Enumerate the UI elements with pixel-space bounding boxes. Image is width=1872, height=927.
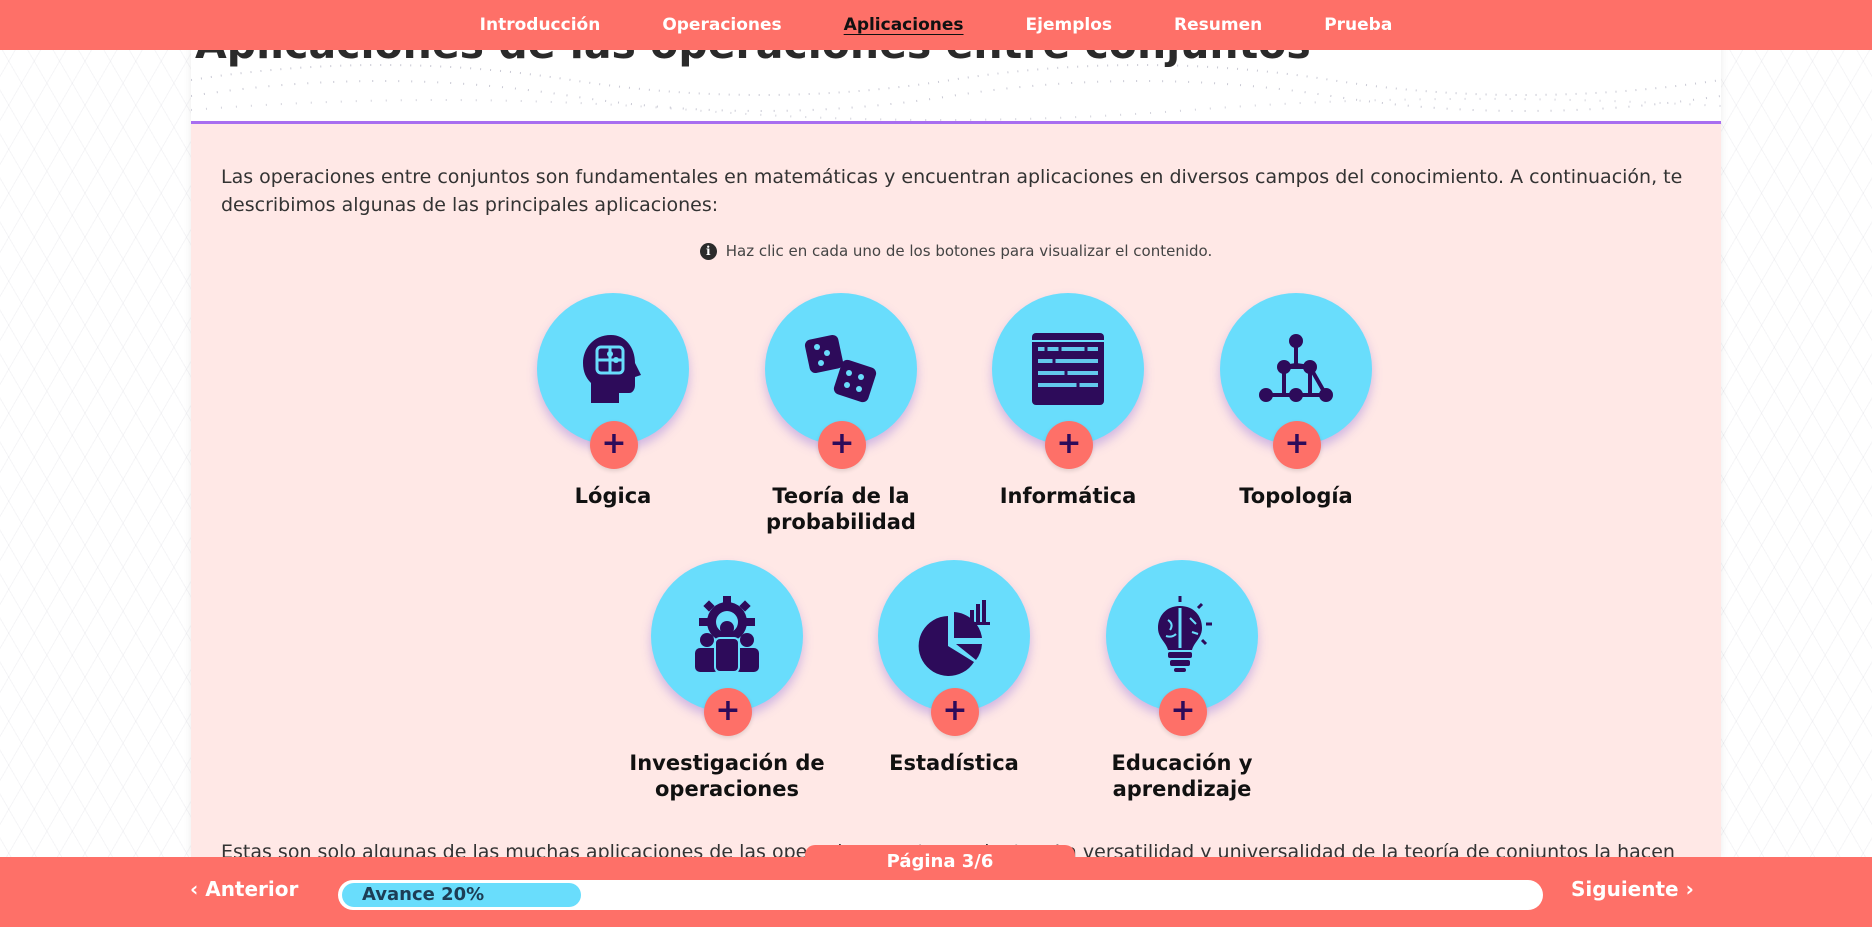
card-label: Topología	[1239, 484, 1353, 508]
page-indicator: Página 3/6	[805, 845, 1075, 879]
intro-paragraph: Las operaciones entre conjuntos son fund…	[221, 166, 1683, 216]
card-label: Investigación de operaciones	[629, 751, 825, 801]
card-label: Teoría de la probabilidad	[766, 484, 916, 534]
chevron-right-icon: ›	[1685, 877, 1694, 901]
expand-plus-button[interactable]: +	[1159, 688, 1207, 736]
nav-tab-aplicaciones[interactable]: Aplicaciones	[813, 15, 995, 35]
instruction-hint: i Haz clic en cada uno de los botones pa…	[191, 242, 1721, 260]
nav-tab-prueba[interactable]: Prueba	[1293, 15, 1423, 35]
next-button[interactable]: Siguiente ›	[1571, 877, 1694, 901]
card-label: Informática	[999, 484, 1137, 508]
card-label: Estadística	[889, 751, 1019, 775]
nav-tab-resumen[interactable]: Resumen	[1143, 15, 1293, 35]
expand-plus-button[interactable]: +	[590, 421, 638, 469]
expand-plus-button[interactable]: +	[1273, 421, 1321, 469]
next-label: Siguiente	[1571, 877, 1679, 901]
content-panel: Aplicaciones de las operaciones entre co…	[191, 0, 1721, 863]
info-icon: i	[699, 242, 717, 260]
expand-plus-button[interactable]: +	[704, 688, 752, 736]
progress-bar: Avance 20%	[338, 880, 1543, 910]
expand-plus-button[interactable]: +	[1045, 421, 1093, 469]
expand-plus-button[interactable]: +	[931, 688, 979, 736]
previous-label: Anterior	[205, 877, 299, 901]
card-label: Lógica	[574, 484, 652, 508]
hint-text: Haz clic en cada uno de los botones para…	[725, 242, 1213, 260]
nav-tab-introduccion[interactable]: Introducción	[449, 15, 632, 35]
main-content: Las operaciones entre conjuntos son fund…	[191, 124, 1721, 863]
chevron-left-icon: ‹	[190, 877, 199, 901]
top-navigation: Introducción Operaciones Aplicaciones Ej…	[0, 0, 1872, 50]
previous-button[interactable]: ‹ Anterior	[190, 877, 298, 901]
nav-tab-ejemplos[interactable]: Ejemplos	[995, 15, 1143, 35]
expand-plus-button[interactable]: +	[818, 421, 866, 469]
nav-tab-operaciones[interactable]: Operaciones	[631, 15, 812, 35]
progress-fill: Avance 20%	[342, 883, 581, 907]
card-label: Educación y aprendizaje	[1111, 751, 1253, 801]
